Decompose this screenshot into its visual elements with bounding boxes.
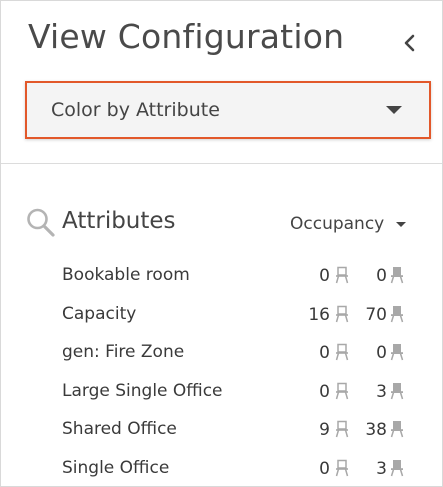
attribute-row-label: Single Office: [62, 457, 170, 478]
view-configuration-panel: View Configuration Color by Attribute At…: [0, 0, 443, 487]
attribute-row-label: Shared Office: [62, 419, 177, 439]
attribute-row[interactable]: gen: Fire Zone 0 0: [1, 336, 442, 375]
attributes-list: Bookable room 0 0 Capacity 16 70 gen: Fire Zon…: [1, 259, 442, 487]
page-title: View Configuration: [28, 17, 345, 56]
available-count: 9: [319, 420, 330, 440]
available-count: 0: [319, 458, 330, 479]
attribute-row[interactable]: Shared Office 9 38: [1, 413, 442, 452]
occupancy-filter-label: Occupancy: [290, 214, 385, 234]
attribute-row[interactable]: Bookable room 0 0: [1, 259, 442, 298]
attribute-row-label: Capacity: [62, 303, 137, 324]
available-count: 0: [319, 381, 330, 402]
chair-filled-icon: [390, 305, 404, 323]
occupied-count: 0: [376, 266, 387, 286]
occupied-count: 0: [376, 343, 387, 363]
attribute-row-label: gen: Fire Zone: [62, 342, 185, 362]
attribute-row[interactable]: Large Single Office 0 3: [1, 375, 442, 414]
available-count: 16: [308, 304, 330, 325]
occupied-count: 70: [365, 304, 387, 325]
color-by-dropdown[interactable]: Color by Attribute: [25, 81, 431, 139]
color-by-selected-value: Color by Attribute: [51, 99, 220, 121]
attribute-row-label: Large Single Office: [62, 380, 223, 401]
chair-filled-icon: [390, 382, 404, 400]
chair-filled-icon: [390, 266, 404, 284]
available-count: 0: [319, 343, 330, 363]
attributes-header: Attributes Occupancy: [1, 201, 442, 245]
attribute-row[interactable]: Single Office 0 3: [1, 452, 442, 487]
occupancy-filter-dropdown[interactable]: Occupancy: [290, 213, 407, 237]
caret-down-icon: [386, 106, 402, 114]
chair-filled-icon: [390, 459, 404, 477]
panel-header: View Configuration Color by Attribute: [1, 1, 442, 164]
attribute-row-label: Bookable room: [62, 265, 190, 285]
chair-filled-icon: [390, 420, 404, 438]
occupied-count: 3: [376, 381, 387, 402]
chevron-left-icon: [404, 34, 415, 52]
search-icon[interactable]: [26, 207, 56, 239]
attribute-row[interactable]: Capacity 16 70: [1, 298, 442, 337]
chair-filled-icon: [390, 343, 404, 361]
collapse-panel-button[interactable]: [399, 30, 421, 56]
occupied-count: 3: [376, 458, 387, 479]
attributes-title: Attributes: [62, 208, 176, 234]
available-count: 0: [319, 266, 330, 286]
caret-down-icon: [396, 222, 407, 227]
occupied-count: 38: [365, 420, 387, 440]
